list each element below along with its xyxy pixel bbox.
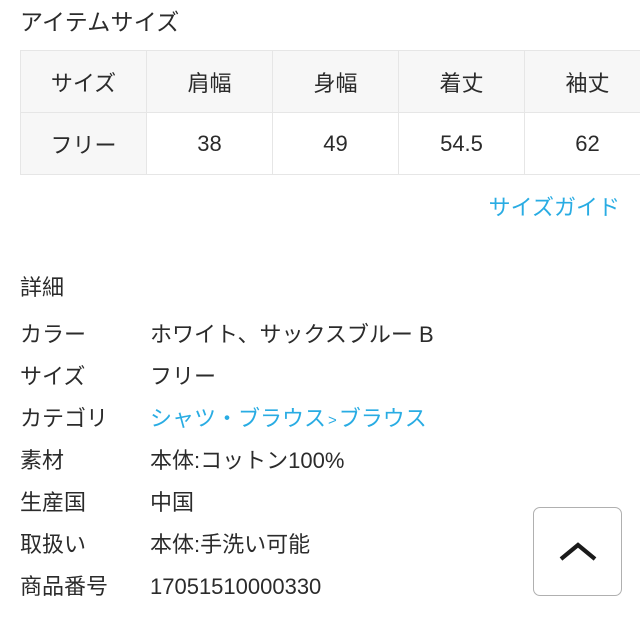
table-cell-shoulder: 38 xyxy=(146,112,273,175)
table-header-cell-shoulder: 肩幅 xyxy=(146,50,273,113)
table-header-row: サイズ 肩幅 身幅 着丈 袖丈 xyxy=(20,50,640,113)
category-link-child[interactable]: ブラウス xyxy=(339,406,427,431)
detail-row-size: サイズ フリー xyxy=(0,356,640,398)
table-header-cell-chest: 身幅 xyxy=(272,50,399,113)
size-guide-link[interactable]: サイズガイド xyxy=(489,195,620,220)
size-table-scroll-container[interactable]: サイズ 肩幅 身幅 着丈 袖丈 フリー 38 49 54.5 62 xyxy=(20,50,640,175)
scroll-to-top-button[interactable] xyxy=(533,507,622,596)
table-header-cell-size: サイズ xyxy=(20,50,147,113)
category-link-parent[interactable]: シャツ・ブラウス xyxy=(150,406,326,431)
size-guide-row: サイズガイド xyxy=(0,190,640,222)
table-cell-size: フリー xyxy=(20,112,147,175)
detail-row-color: カラー ホワイト、サックスブルー B xyxy=(0,314,640,356)
detail-label-category: カテゴリ xyxy=(20,406,109,431)
detail-value-color: ホワイト、サックスブルー B xyxy=(150,322,434,347)
detail-row-material: 素材 本体:コットン100% xyxy=(0,440,640,482)
table-cell-length: 54.5 xyxy=(398,112,525,175)
detail-row-category: カテゴリ シャツ・ブラウス >ブラウス xyxy=(0,398,640,440)
table-cell-sleeve: 62 xyxy=(524,112,640,175)
detail-label-product-number: 商品番号 xyxy=(20,574,109,599)
detail-label-care: 取扱い xyxy=(20,532,87,557)
category-separator: > xyxy=(328,412,337,429)
detail-value-product-number: 17051510000330 xyxy=(150,574,322,599)
table-row: フリー 38 49 54.5 62 xyxy=(20,112,640,175)
detail-label-country: 生産国 xyxy=(20,490,87,515)
detail-label-material: 素材 xyxy=(20,448,65,473)
details-heading: 詳細 xyxy=(20,275,65,300)
detail-value-material: 本体:コットン100% xyxy=(150,448,345,473)
detail-value-category: シャツ・ブラウス >ブラウス xyxy=(150,398,427,442)
table-header-cell-sleeve: 袖丈 xyxy=(524,50,640,113)
table-header-cell-length: 着丈 xyxy=(398,50,525,113)
size-table: サイズ 肩幅 身幅 着丈 袖丈 フリー 38 49 54.5 62 xyxy=(20,50,640,175)
detail-label-color: カラー xyxy=(20,322,87,347)
chevron-up-icon xyxy=(558,541,598,563)
detail-value-care: 本体:手洗い可能 xyxy=(150,532,311,557)
table-cell-chest: 49 xyxy=(272,112,399,175)
detail-value-country: 中国 xyxy=(150,490,195,515)
page-title: アイテムサイズ xyxy=(20,9,180,35)
detail-label-size: サイズ xyxy=(20,364,86,389)
detail-value-size: フリー xyxy=(150,364,217,389)
